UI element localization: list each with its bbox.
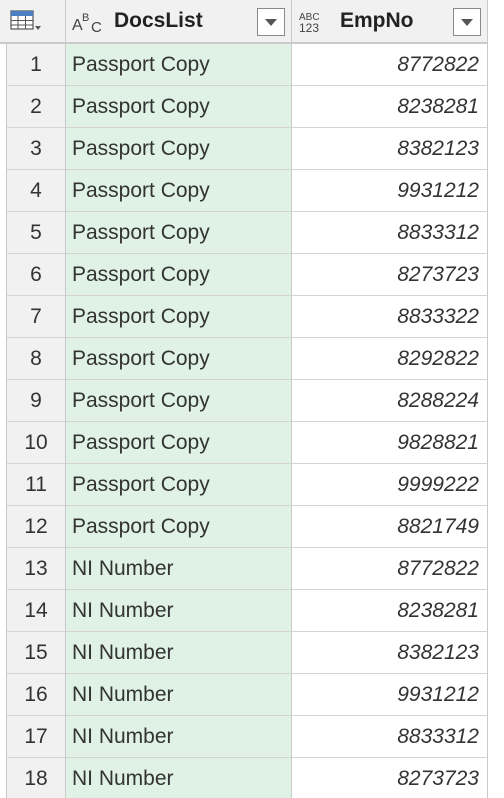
empno-cell[interactable]: 8772822: [292, 548, 488, 590]
empno-cell[interactable]: 8292822: [292, 338, 488, 380]
empno-cell[interactable]: 9828821: [292, 422, 488, 464]
row-number[interactable]: 9: [6, 380, 66, 422]
docslist-cell[interactable]: Passport Copy: [66, 254, 292, 296]
empno-cell[interactable]: 8833322: [292, 296, 488, 338]
chevron-down-icon: [265, 19, 277, 26]
row-number[interactable]: 8: [6, 338, 66, 380]
table-row[interactable]: 3 Passport Copy 8382123: [0, 128, 504, 170]
table-menu-button[interactable]: [0, 0, 66, 42]
docslist-cell[interactable]: Passport Copy: [66, 380, 292, 422]
empno-cell[interactable]: 9931212: [292, 170, 488, 212]
column-title-empno: EmpNo: [340, 9, 414, 32]
empno-cell[interactable]: 8238281: [292, 590, 488, 632]
docslist-cell[interactable]: Passport Copy: [66, 128, 292, 170]
row-number[interactable]: 16: [6, 674, 66, 716]
empno-cell[interactable]: 8833312: [292, 716, 488, 758]
empno-cell[interactable]: 8273723: [292, 758, 488, 798]
table-row[interactable]: 15 NI Number 8382123: [0, 632, 504, 674]
any-type-icon: ABC 123: [299, 12, 320, 34]
row-number[interactable]: 6: [6, 254, 66, 296]
docslist-cell[interactable]: Passport Copy: [66, 506, 292, 548]
row-number[interactable]: 15: [6, 632, 66, 674]
table-row[interactable]: 1 Passport Copy 8772822: [0, 44, 504, 86]
docslist-cell[interactable]: Passport Copy: [66, 296, 292, 338]
row-number[interactable]: 13: [6, 548, 66, 590]
table-row[interactable]: 11 Passport Copy 9999222: [0, 464, 504, 506]
docslist-cell[interactable]: NI Number: [66, 590, 292, 632]
text-type-icon: A B C: [72, 12, 102, 34]
empno-cell[interactable]: 8833312: [292, 212, 488, 254]
row-number[interactable]: 14: [6, 590, 66, 632]
svg-text:C: C: [91, 19, 102, 34]
table-icon: [10, 10, 41, 30]
table-row[interactable]: 9 Passport Copy 8288224: [0, 380, 504, 422]
grid-right-margin: [488, 0, 504, 798]
row-number[interactable]: 1: [6, 44, 66, 86]
docslist-cell[interactable]: Passport Copy: [66, 464, 292, 506]
table-row[interactable]: 18 NI Number 8273723: [0, 758, 504, 798]
column-filter-dropdown-docslist[interactable]: [257, 8, 285, 36]
column-header-docslist[interactable]: A B C DocsList: [66, 0, 292, 42]
table-row[interactable]: 10 Passport Copy 9828821: [0, 422, 504, 464]
docslist-cell[interactable]: Passport Copy: [66, 212, 292, 254]
empno-cell[interactable]: 8273723: [292, 254, 488, 296]
table-row[interactable]: 16 NI Number 9931212: [0, 674, 504, 716]
row-number[interactable]: 3: [6, 128, 66, 170]
chevron-down-icon: [461, 19, 473, 26]
table-row[interactable]: 5 Passport Copy 8833312: [0, 212, 504, 254]
row-number[interactable]: 5: [6, 212, 66, 254]
docslist-cell[interactable]: Passport Copy: [66, 86, 292, 128]
svg-text:123: 123: [299, 21, 319, 34]
table-row[interactable]: 2 Passport Copy 8238281: [0, 86, 504, 128]
table-row[interactable]: 13 NI Number 8772822: [0, 548, 504, 590]
table-row[interactable]: 17 NI Number 8833312: [0, 716, 504, 758]
row-number[interactable]: 4: [6, 170, 66, 212]
empno-cell[interactable]: 8772822: [292, 44, 488, 86]
empno-cell[interactable]: 8288224: [292, 380, 488, 422]
table-row[interactable]: 8 Passport Copy 8292822: [0, 338, 504, 380]
row-number[interactable]: 7: [6, 296, 66, 338]
docslist-cell[interactable]: NI Number: [66, 674, 292, 716]
table-row[interactable]: 14 NI Number 8238281: [0, 590, 504, 632]
empno-cell[interactable]: 8382123: [292, 632, 488, 674]
empno-cell[interactable]: 8382123: [292, 128, 488, 170]
docslist-cell[interactable]: Passport Copy: [66, 44, 292, 86]
empno-cell[interactable]: 8821749: [292, 506, 488, 548]
docslist-cell[interactable]: NI Number: [66, 632, 292, 674]
row-number[interactable]: 18: [6, 758, 66, 798]
row-number[interactable]: 12: [6, 506, 66, 548]
column-header-empno[interactable]: ABC 123 EmpNo: [292, 0, 488, 42]
empno-cell[interactable]: 8238281: [292, 86, 488, 128]
docslist-cell[interactable]: Passport Copy: [66, 422, 292, 464]
row-number[interactable]: 10: [6, 422, 66, 464]
column-filter-dropdown-empno[interactable]: [453, 8, 481, 36]
table-row[interactable]: 12 Passport Copy 8821749: [0, 506, 504, 548]
docslist-cell[interactable]: NI Number: [66, 716, 292, 758]
docslist-cell[interactable]: Passport Copy: [66, 338, 292, 380]
table-row[interactable]: 6 Passport Copy 8273723: [0, 254, 504, 296]
docslist-cell[interactable]: NI Number: [66, 758, 292, 798]
data-grid: A B C DocsList ABC 123 EmpNo 1 Passport C…: [0, 0, 504, 798]
row-number[interactable]: 2: [6, 86, 66, 128]
docslist-cell[interactable]: NI Number: [66, 548, 292, 590]
column-title-docslist: DocsList: [114, 9, 203, 32]
empno-cell[interactable]: 9931212: [292, 674, 488, 716]
empno-cell[interactable]: 9999222: [292, 464, 488, 506]
table-row[interactable]: 7 Passport Copy 8833322: [0, 296, 504, 338]
table-row[interactable]: 4 Passport Copy 9931212: [0, 170, 504, 212]
row-number[interactable]: 11: [6, 464, 66, 506]
svg-text:B: B: [82, 12, 89, 24]
grid-header: A B C DocsList ABC 123 EmpNo: [0, 0, 504, 44]
docslist-cell[interactable]: Passport Copy: [66, 170, 292, 212]
row-number[interactable]: 17: [6, 716, 66, 758]
